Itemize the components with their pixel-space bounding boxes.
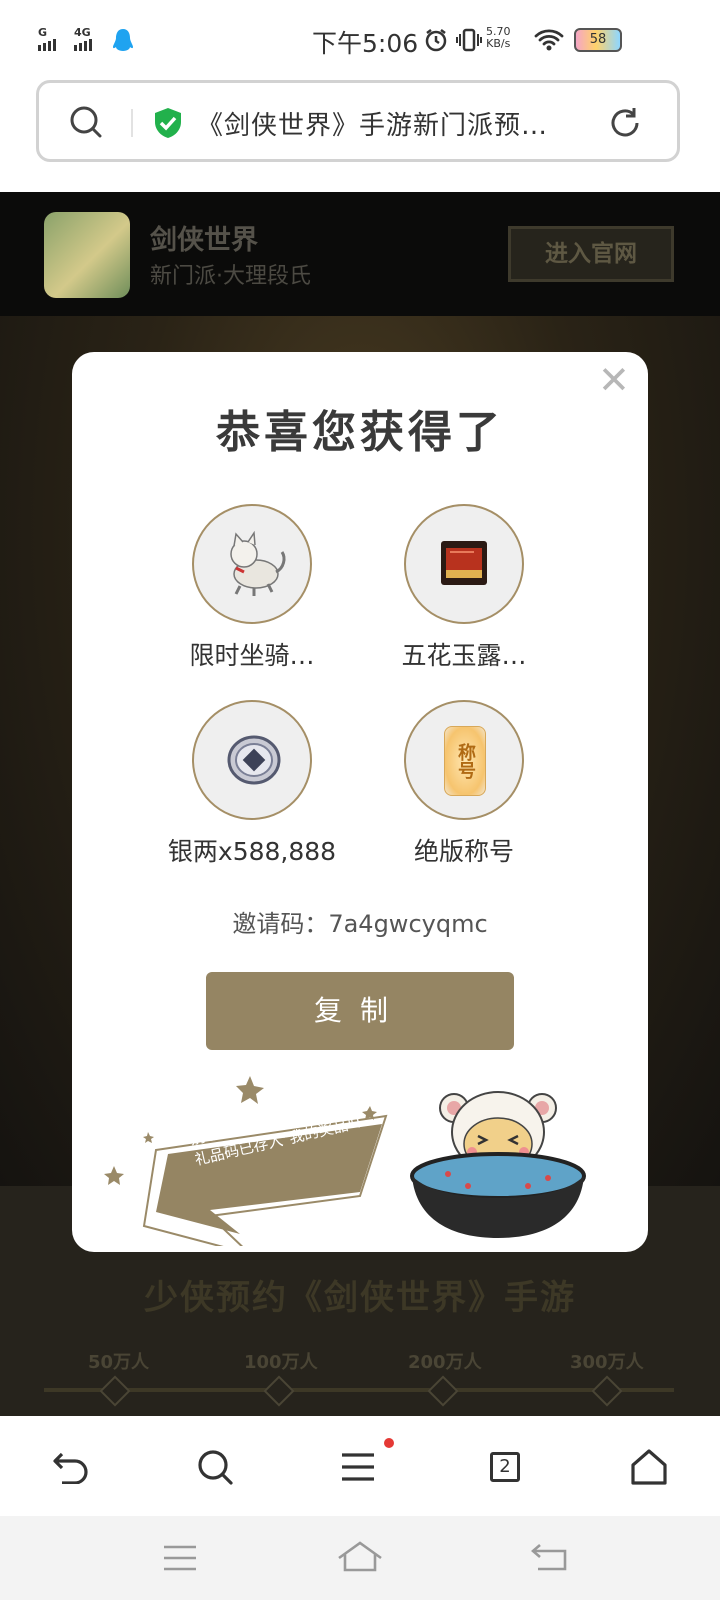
recent-apps-icon[interactable] <box>162 1544 198 1572</box>
signal-bars-icon <box>38 39 56 51</box>
system-home-icon[interactable] <box>336 1540 384 1572</box>
sim1-label: G <box>38 26 48 39</box>
sim1-signal: G <box>38 26 56 51</box>
milestone-label: 200万人 <box>408 1352 482 1373</box>
qq-icon <box>113 29 133 51</box>
alarm-icon <box>425 29 447 52</box>
browser-toolbar: 2 <box>0 1416 720 1516</box>
milestone-label: 50万人 <box>88 1352 150 1373</box>
system-back-icon[interactable] <box>530 1542 570 1572</box>
invite-code-value[interactable]: 7a4gwcyqmc <box>328 910 487 938</box>
system-navigation-bar <box>0 1516 720 1600</box>
address-bar[interactable]: 《剑侠世界》手游新门派预… <box>36 80 680 162</box>
search-icon[interactable] <box>196 1448 234 1486</box>
app-subtitle: 新门派·大理段氏 <box>150 264 311 289</box>
reward-label: 限时坐骑… <box>189 641 315 670</box>
signal-bars-icon <box>74 39 92 51</box>
reward-item: 称号 <box>404 700 524 820</box>
vibrate-icon <box>456 28 482 52</box>
progress-track <box>44 1388 674 1392</box>
copy-button[interactable]: 复制 <box>206 972 514 1050</box>
enter-official-site-button[interactable]: 进入官网 <box>508 226 674 282</box>
status-bar: G 4G 下午5:06 5.70 KB/s 58 <box>0 0 720 78</box>
sim2-label: 4G <box>74 26 91 39</box>
reward-item <box>192 504 312 624</box>
clock-time: 下午5:06 <box>312 29 419 58</box>
invite-code-label: 邀请码： <box>232 910 329 938</box>
app-icon[interactable] <box>44 212 130 298</box>
network-speed: 5.70 KB/s <box>486 26 511 50</box>
divider <box>131 109 133 137</box>
mascot-illustration <box>410 1091 586 1238</box>
app-name: 剑侠世界 <box>150 225 258 256</box>
cat-mount-icon <box>230 530 286 596</box>
notification-dot <box>384 1438 394 1448</box>
close-icon[interactable]: ✕ <box>598 360 630 400</box>
network-speed-unit: KB/s <box>486 37 511 50</box>
reward-item <box>192 700 312 820</box>
search-icon[interactable] <box>69 105 103 139</box>
home-icon[interactable] <box>630 1448 668 1486</box>
milestone-label: 100万人 <box>244 1352 318 1373</box>
dialog-title: 恭喜您获得了 <box>216 407 504 458</box>
title-badge-text: 称号 <box>455 743 476 779</box>
title-badge-icon: 称号 <box>444 726 486 796</box>
page-title-url[interactable]: 《剑侠世界》手游新门派预… <box>197 105 577 142</box>
security-shield-icon <box>155 108 181 138</box>
silver-coin-icon <box>227 735 281 785</box>
battery-indicator: 58 <box>574 28 622 52</box>
milestone-label: 300万人 <box>570 1352 644 1373</box>
tabs-count-button[interactable]: 2 <box>490 1452 520 1482</box>
reward-item <box>404 504 524 624</box>
reward-label: 银两x588,888 <box>167 837 337 866</box>
sim2-signal: 4G <box>74 26 92 51</box>
reward-label: 绝版称号 <box>413 837 514 866</box>
invite-code-row: 邀请码：7a4gwcyqmc <box>72 904 648 939</box>
refresh-icon[interactable] <box>607 105 643 141</box>
menu-icon[interactable] <box>340 1452 376 1482</box>
wifi-icon <box>534 29 564 51</box>
promo-title: 少侠预约《剑侠世界》手游 <box>144 1278 576 1318</box>
back-icon[interactable] <box>52 1450 90 1484</box>
red-book-icon <box>441 541 487 585</box>
reward-label: 五花玉露… <box>401 641 527 670</box>
